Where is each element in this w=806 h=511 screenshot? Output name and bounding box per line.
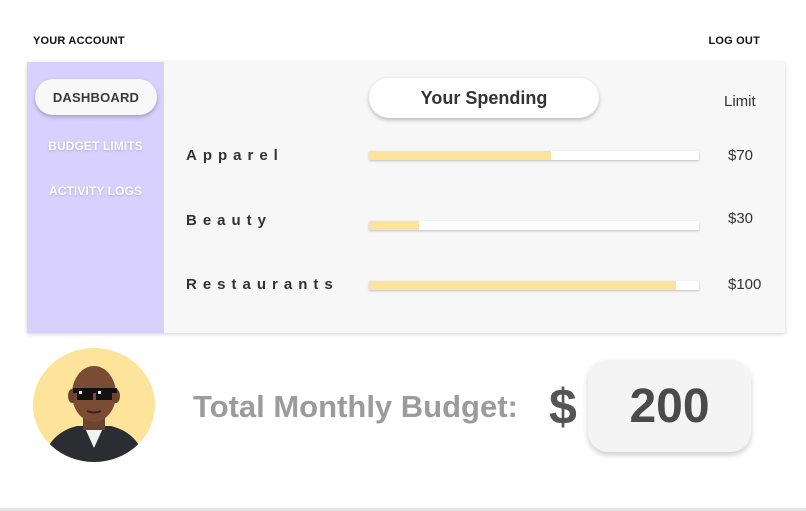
user-avatar[interactable] xyxy=(33,348,155,462)
sidebar-item-budget-limits[interactable]: BUDGET LIMITS xyxy=(27,139,164,153)
sidebar-item-dashboard[interactable]: DASHBOARD xyxy=(35,79,157,115)
sidebar-item-activity-logs[interactable]: ACTIVITY LOGS xyxy=(27,184,164,198)
progress-bar-beauty xyxy=(369,221,699,230)
progress-fill-beauty xyxy=(369,221,419,230)
limit-value-apparel: $70 xyxy=(728,147,754,164)
limit-value-restaurants: $100 xyxy=(728,276,762,293)
category-label-beauty: Beauty xyxy=(186,212,273,229)
limit-value-beauty: $30 xyxy=(728,210,754,227)
limit-column-header: Limit xyxy=(724,93,756,110)
logout-link[interactable]: LOG OUT xyxy=(708,35,760,47)
total-budget-value[interactable]: 200 xyxy=(588,360,751,452)
category-label-restaurants: Restaurants xyxy=(186,276,339,293)
spending-content: Your Spending Limit Apparel $70 Beauty $… xyxy=(164,62,785,333)
budget-dashboard: YOUR ACCOUNT LOG OUT DASHBOARD BUDGET LI… xyxy=(0,0,806,511)
your-spending-title: Your Spending xyxy=(369,78,599,118)
progress-fill-apparel xyxy=(369,151,551,160)
spending-card: DASHBOARD BUDGET LIMITS ACTIVITY LOGS Yo… xyxy=(27,62,785,333)
person-avatar-icon xyxy=(43,366,145,462)
progress-fill-restaurants xyxy=(369,281,676,290)
your-account-link[interactable]: YOUR ACCOUNT xyxy=(33,35,125,47)
total-monthly-budget-label: Total Monthly Budget: xyxy=(193,389,518,424)
sidebar: DASHBOARD BUDGET LIMITS ACTIVITY LOGS xyxy=(27,62,164,333)
progress-bar-restaurants xyxy=(369,281,699,290)
currency-symbol: $ xyxy=(549,379,577,435)
progress-bar-apparel xyxy=(369,151,699,160)
category-label-apparel: Apparel xyxy=(186,147,284,164)
